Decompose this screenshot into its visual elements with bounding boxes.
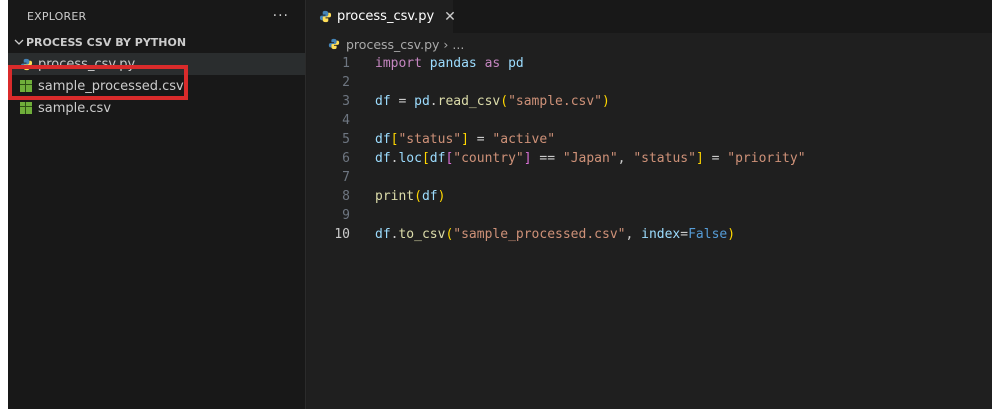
code-line-current: 10 df.to_csv("sample_processed.csv", ind…	[307, 225, 992, 244]
bracket: )	[602, 94, 610, 109]
csv-file-icon	[20, 80, 32, 92]
code-line: 2	[307, 73, 992, 92]
python-file-icon	[19, 57, 33, 71]
window-edge	[0, 0, 8, 409]
code-line: 9	[307, 206, 992, 225]
editor-area: process_csv.py ✕ process_csv.py › ... 1 …	[307, 0, 992, 409]
project-folder[interactable]: PROCESS CSV BY PYTHON	[8, 31, 305, 53]
file-name: sample.csv	[38, 100, 112, 116]
code-line: 7	[307, 168, 992, 187]
bracket: (	[414, 189, 422, 204]
project-folder-label: PROCESS CSV BY PYTHON	[26, 35, 187, 49]
string: "sample.csv"	[508, 94, 602, 109]
operator: =	[468, 132, 493, 147]
module: pd	[414, 94, 430, 109]
bracket: )	[727, 227, 736, 242]
tab-label: process_csv.py	[337, 9, 435, 24]
line-number: 4	[342, 113, 350, 128]
function: print	[375, 189, 415, 204]
keyword: as	[484, 56, 501, 71]
attribute: loc	[398, 151, 422, 166]
line-number: 3	[342, 94, 350, 109]
line-number: 6	[342, 151, 350, 166]
bracket: ]	[523, 151, 532, 166]
code-content: import pandas as pd	[375, 56, 524, 71]
bracket: ]	[695, 151, 704, 166]
string: "country"	[453, 151, 524, 166]
explorer-header: EXPLORER ···	[8, 0, 305, 32]
file-item-process-csv-py[interactable]: process_csv.py	[8, 53, 305, 75]
string: "active"	[492, 132, 556, 147]
operator: .	[429, 94, 438, 109]
breadcrumb-file[interactable]: process_csv.py	[346, 37, 439, 52]
function: read_csv	[437, 94, 501, 109]
line-number: 9	[342, 208, 350, 223]
string: "status"	[398, 132, 462, 147]
variable: df	[375, 227, 391, 242]
operator: =	[703, 151, 728, 166]
file-item-sample-csv[interactable]: sample.csv	[8, 97, 305, 119]
string: "priority"	[727, 151, 806, 166]
explorer-title: EXPLORER	[27, 9, 87, 23]
bracket: (	[500, 94, 509, 109]
line-number: 1	[342, 56, 350, 71]
code-content: df = pd.read_csv("sample.csv")	[375, 94, 610, 109]
code-line: 8 print(df)	[307, 187, 992, 206]
bracket: ]	[461, 132, 469, 147]
csv-file-icon	[20, 102, 32, 114]
code-content: df.loc[df["country"] == "Japan", "status…	[375, 151, 806, 166]
code-editor[interactable]: 1 import pandas as pd 2 3 df = pd.read_c…	[307, 54, 992, 244]
file-item-sample-processed-csv[interactable]: sample_processed.csv	[8, 75, 305, 97]
python-file-icon	[319, 10, 332, 24]
chevron-down-icon	[12, 37, 26, 47]
file-name: process_csv.py	[38, 56, 136, 72]
line-number: 5	[342, 132, 350, 147]
module: pandas	[429, 56, 477, 71]
code-content: print(df)	[375, 189, 445, 204]
file-name: sample_processed.csv	[38, 78, 184, 94]
code-line: 1 import pandas as pd	[307, 54, 992, 73]
string: "status"	[633, 151, 696, 166]
code-line: 5 df["status"] = "active"	[307, 130, 992, 149]
line-number: 10	[334, 227, 350, 242]
more-actions-icon[interactable]: ···	[273, 8, 289, 24]
operator: ==	[531, 151, 563, 166]
operator: ,	[625, 227, 642, 242]
variable: df	[429, 151, 446, 166]
keyword: import	[375, 56, 422, 71]
python-file-icon	[327, 37, 341, 51]
string: "Japan"	[562, 151, 618, 166]
code-line: 4	[307, 111, 992, 130]
function: to_csv	[398, 227, 446, 242]
variable: df	[375, 132, 391, 147]
variable: df	[375, 151, 391, 166]
breadcrumb-more[interactable]: ...	[452, 37, 464, 52]
explorer-sidebar: EXPLORER ··· PROCESS CSV BY PYTHON proce…	[8, 0, 306, 409]
chevron-right-icon: ›	[443, 36, 449, 52]
operator: =	[390, 94, 415, 109]
operator: ,	[617, 151, 634, 166]
close-icon[interactable]: ✕	[444, 9, 456, 25]
breadcrumb: process_csv.py › ...	[307, 33, 992, 55]
tab-bar: process_csv.py ✕	[307, 0, 992, 33]
keyword-argument: index	[641, 227, 681, 242]
module-alias: pd	[508, 56, 524, 71]
constant: False	[688, 227, 728, 242]
tab-process-csv-py[interactable]: process_csv.py ✕	[307, 0, 456, 33]
variable: df	[421, 189, 438, 204]
operator: =	[680, 227, 689, 242]
code-content: df["status"] = "active"	[375, 132, 555, 147]
bracket: )	[437, 189, 446, 204]
code-line: 3 df = pd.read_csv("sample.csv")	[307, 92, 992, 111]
string: "sample_processed.csv"	[453, 227, 626, 242]
variable: df	[375, 94, 391, 109]
line-number: 2	[342, 75, 350, 90]
bracket: [	[421, 151, 430, 166]
code-line: 6 df.loc[df["country"] == "Japan", "stat…	[307, 149, 992, 168]
line-number: 7	[342, 170, 350, 185]
line-number: 8	[342, 189, 350, 204]
code-content: df.to_csv("sample_processed.csv", index=…	[375, 227, 735, 242]
